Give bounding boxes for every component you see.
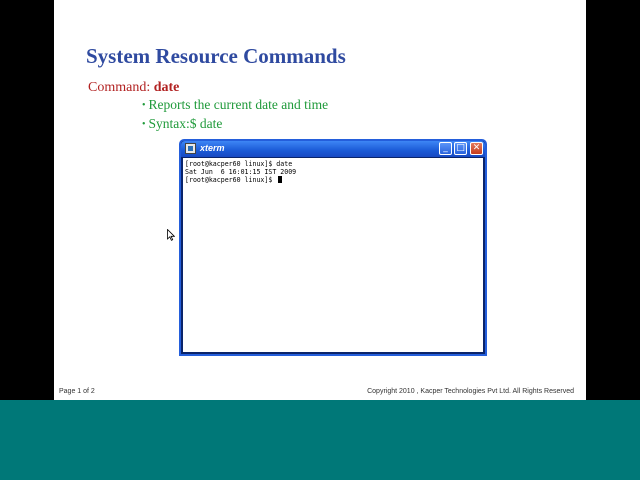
- text-cursor: [278, 176, 283, 183]
- bullet-item: • Syntax:$ date: [142, 116, 222, 132]
- bullet-dot-icon: •: [142, 100, 146, 111]
- command-name: date: [153, 80, 180, 95]
- bullet-text: Syntax:$ date: [148, 116, 223, 131]
- maximize-button[interactable]: □: [454, 142, 467, 155]
- slide: System Resource Commands Command: date •…: [54, 0, 586, 400]
- xterm-window[interactable]: xterm _ □ ✕ [root@kacper60 linux]$ date …: [179, 139, 487, 356]
- command-prefix: Command:: [88, 80, 154, 95]
- bullet-item: • Reports the current date and time: [142, 97, 328, 113]
- mouse-pointer-icon: [167, 229, 175, 241]
- xterm-titlebar[interactable]: xterm _ □ ✕: [181, 141, 485, 157]
- terminal-line: [root@kacper60 linux]$ date: [185, 160, 293, 168]
- bottom-band: [0, 400, 640, 480]
- xterm-title: xterm: [200, 143, 225, 153]
- copyright-notice: Copyright 2010 , Kacper Technologies Pvt…: [367, 388, 574, 395]
- terminal-output[interactable]: [root@kacper60 linux]$ date Sat Jun 6 16…: [183, 158, 483, 352]
- bullet-dot-icon: •: [142, 119, 146, 130]
- terminal-prompt-line[interactable]: [root@kacper60 linux]$: [185, 176, 481, 184]
- command-heading: Command: date: [88, 80, 179, 96]
- terminal-icon[interactable]: [185, 143, 196, 154]
- page-number: Page 1 of 2: [59, 388, 95, 395]
- terminal-prompt: [root@kacper60 linux]$: [185, 176, 277, 184]
- minimize-button[interactable]: _: [439, 142, 452, 155]
- bullet-text: Reports the current date and time: [148, 97, 329, 112]
- terminal-line: Sat Jun 6 16:01:15 IST 2009: [185, 168, 297, 176]
- close-button[interactable]: ✕: [470, 142, 483, 155]
- slide-title: System Resource Commands: [86, 44, 346, 68]
